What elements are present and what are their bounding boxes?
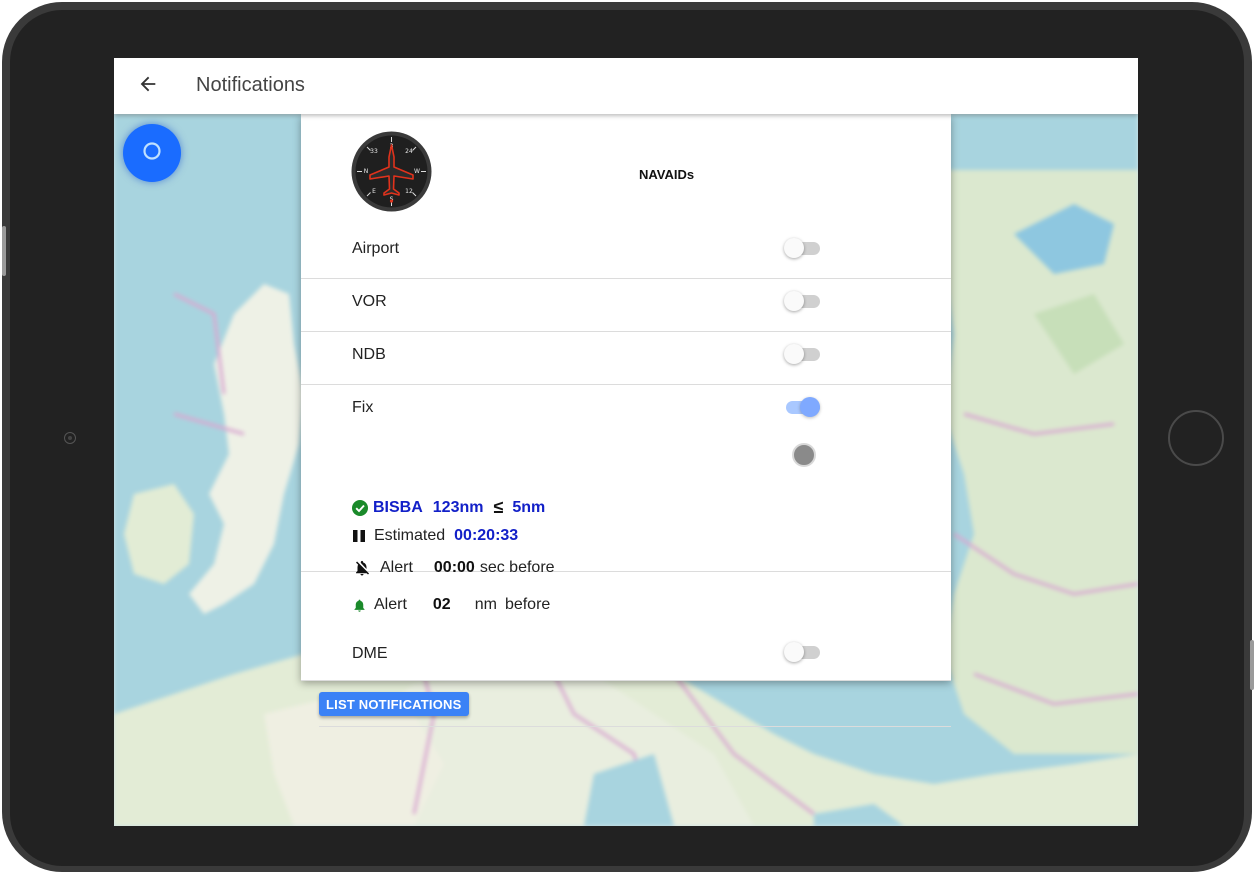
row-ndb: NDB [301, 332, 951, 385]
toggle-thumb [784, 642, 804, 662]
fix-threshold: 5nm [512, 498, 546, 516]
alert-nm-suffix: before [504, 596, 551, 613]
location-icon [141, 140, 163, 167]
toggle-thumb [784, 291, 804, 311]
alert-time-label: Alert [380, 559, 413, 576]
camera [64, 432, 76, 444]
back-button[interactable] [132, 72, 164, 100]
estimated-label: Estimated [374, 527, 446, 544]
divider [319, 726, 951, 727]
fix-toggle[interactable] [784, 397, 820, 417]
list-notifications-button[interactable]: LIST NOTIFICATIONS [319, 692, 469, 716]
alert-nm-value[interactable]: 02 [433, 596, 451, 614]
app-bar: Notifications [114, 58, 1138, 114]
svg-text:12: 12 [405, 188, 413, 195]
panel-header: 3 24 W 12 S E N 33 NAVAIDs [301, 114, 951, 226]
locate-button[interactable] [123, 124, 181, 182]
airport-toggle[interactable] [784, 238, 820, 258]
bell-icon[interactable] [352, 597, 367, 614]
alert-nm-line: Alert 02 nm before [352, 596, 550, 614]
check-circle-icon [352, 499, 368, 516]
vor-toggle[interactable] [784, 291, 820, 311]
svg-text:E: E [372, 188, 376, 195]
fix-comparator: ≤ [493, 497, 504, 517]
arrow-left-icon [137, 73, 159, 100]
row-label-ndb: NDB [352, 346, 386, 363]
svg-text:N: N [364, 168, 369, 175]
status-indicator [792, 443, 816, 467]
fix-status-line: BISBA 123nm ≤ 5nm [352, 497, 545, 518]
compass-plane-icon: 3 24 W 12 S E N 33 [351, 131, 432, 212]
toggle-thumb [784, 238, 804, 258]
svg-text:33: 33 [370, 148, 378, 155]
row-airport: Airport [301, 226, 951, 279]
svg-text:24: 24 [405, 148, 413, 155]
alert-time-value[interactable]: 00:00 [434, 559, 475, 577]
side-button [1250, 640, 1254, 690]
row-label-vor: VOR [352, 293, 387, 310]
alert-time-suffix: sec before [479, 559, 555, 576]
row-label-airport: Airport [352, 240, 400, 257]
panel-title: NAVAIDs [639, 167, 695, 182]
page-title: Notifications [196, 74, 305, 96]
row-label-dme: DME [352, 645, 388, 662]
fix-name: BISBA [373, 498, 423, 516]
estimated-line: Estimated 00:20:33 [352, 527, 518, 545]
tablet-device: Notifications 24 W 12 E N 33 NAVAIDs Air… [0, 0, 1256, 876]
pause-icon [352, 529, 366, 543]
fix-distance: 123nm [432, 498, 484, 516]
ndb-toggle[interactable] [784, 344, 820, 364]
toggle-thumb [800, 397, 820, 417]
alert-nm-unit: nm [474, 596, 497, 613]
dme-toggle[interactable] [784, 642, 820, 662]
navaids-panel: 3 24 W 12 S E N 33 NAVAIDs [301, 114, 951, 727]
svg-text:W: W [414, 168, 420, 175]
row-label-fix: Fix [352, 399, 374, 416]
row-dme: DME [301, 628, 951, 681]
row-vor: VOR [301, 279, 951, 332]
alert-nm-label: Alert [374, 596, 407, 613]
alert-time-line: Alert 00:00 sec before [352, 559, 555, 577]
bell-off-icon[interactable] [352, 559, 372, 577]
toggle-thumb [784, 344, 804, 364]
volume-button [2, 226, 6, 276]
estimated-time: 00:20:33 [454, 527, 519, 544]
screen: Notifications 24 W 12 E N 33 NAVAIDs Air… [114, 58, 1138, 826]
home-button[interactable] [1168, 410, 1224, 466]
